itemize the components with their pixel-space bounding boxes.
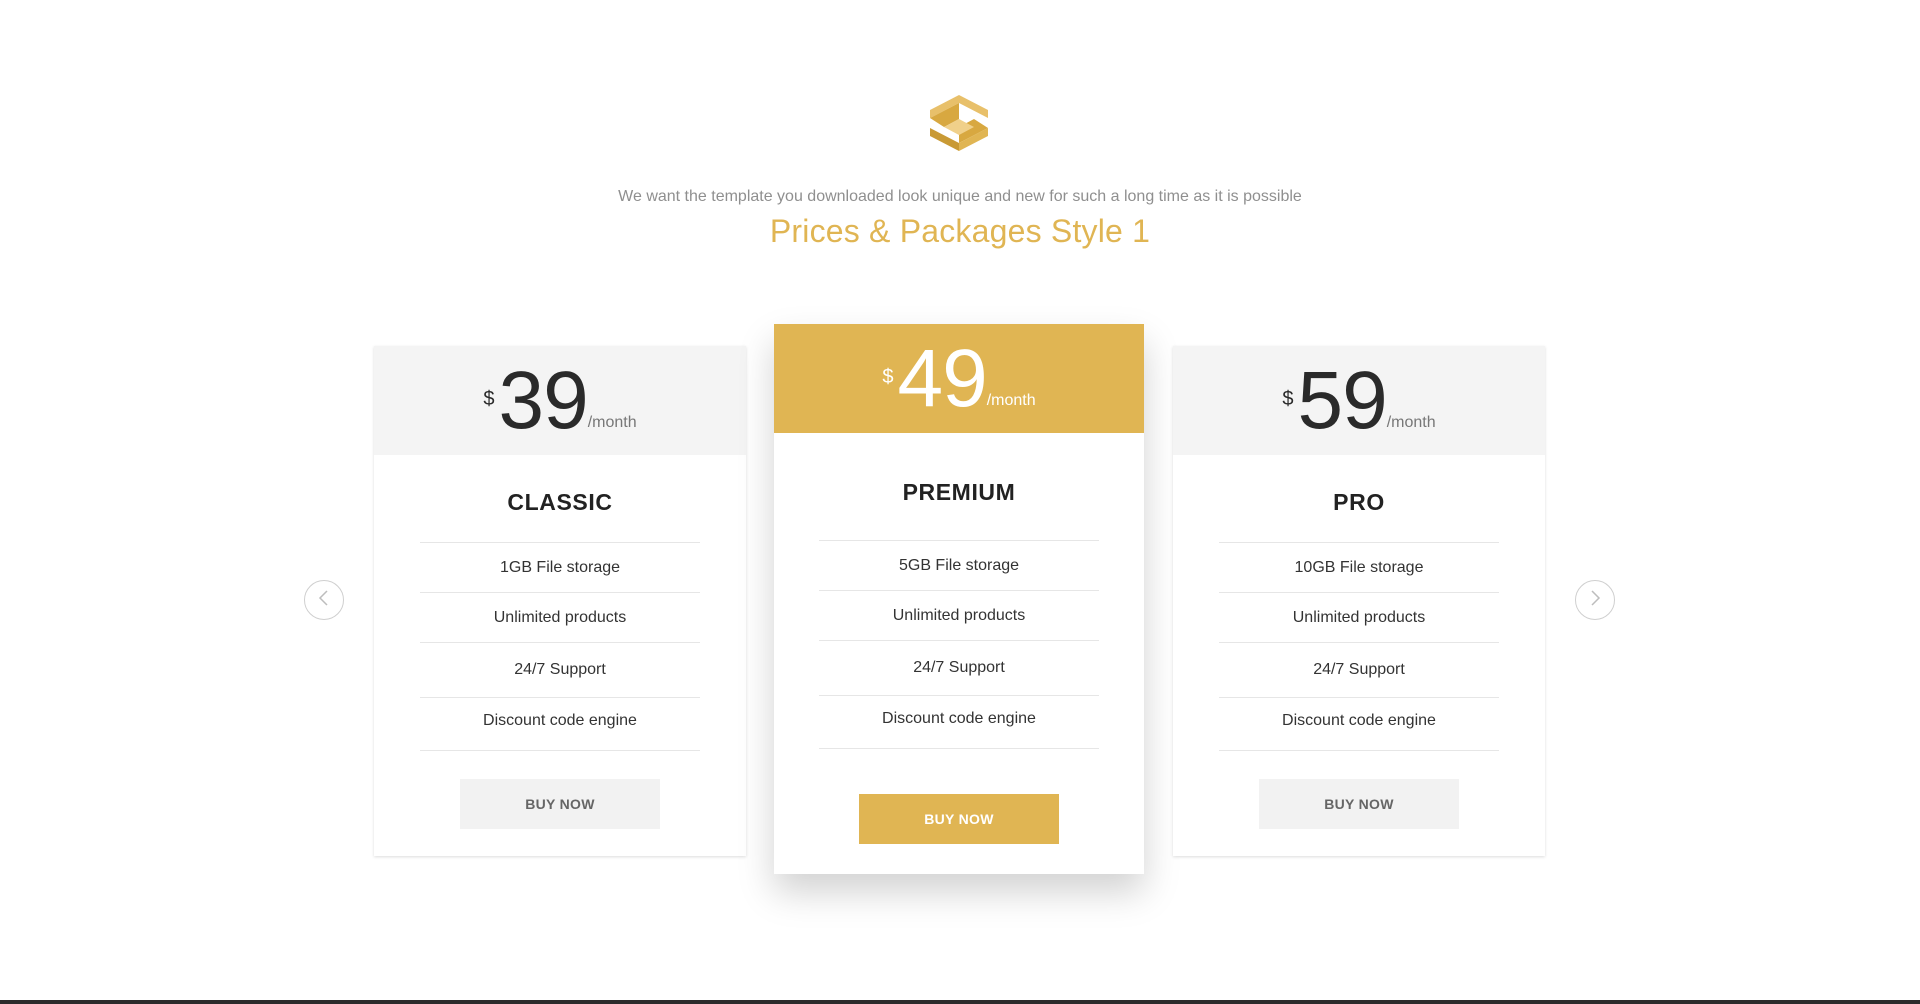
feature-item: 24/7 Support bbox=[1219, 643, 1499, 698]
feature-list: 1GB File storage Unlimited products 24/7… bbox=[420, 542, 700, 751]
price-amount: 49 bbox=[897, 332, 987, 424]
section-tagline: We want the template you downloaded look… bbox=[618, 188, 1302, 205]
feature-list: 5GB File storage Unlimited products 24/7… bbox=[819, 540, 1099, 749]
feature-item: 24/7 Support bbox=[819, 641, 1099, 696]
feature-item: Unlimited products bbox=[420, 593, 700, 643]
chevron-right-icon bbox=[1588, 589, 1602, 612]
price: $ 59 /month bbox=[1282, 354, 1436, 446]
gold-cube-logo-icon bbox=[926, 93, 992, 153]
pricing-card-classic: $ 39 /month CLASSIC 1GB File storage Unl… bbox=[374, 346, 746, 856]
price-amount: 59 bbox=[1297, 354, 1387, 446]
pricing-card-pro: $ 59 /month PRO 10GB File storage Unlimi… bbox=[1173, 346, 1545, 856]
feature-item: Unlimited products bbox=[819, 591, 1099, 641]
pricing-card-premium: $ 49 /month PREMIUM 5GB File storage Unl… bbox=[774, 324, 1144, 874]
buy-now-button-pro[interactable]: BUY NOW bbox=[1259, 779, 1459, 829]
plan-name: CLASSIC bbox=[507, 489, 613, 515]
section-title: Prices & Packages Style 1 bbox=[769, 213, 1151, 249]
price: $ 49 /month bbox=[882, 332, 1036, 424]
price-period: /month bbox=[1386, 413, 1436, 431]
carousel-next-button[interactable] bbox=[1575, 580, 1615, 620]
buy-now-button-premium[interactable]: BUY NOW bbox=[859, 794, 1059, 844]
feature-item: Discount code engine bbox=[1219, 698, 1499, 751]
feature-item: 1GB File storage bbox=[420, 543, 700, 593]
chevron-left-icon bbox=[317, 589, 331, 612]
price-header: $ 59 /month bbox=[1173, 346, 1545, 455]
price-period: /month bbox=[986, 391, 1036, 409]
feature-item: 24/7 Support bbox=[420, 643, 700, 698]
currency-symbol: $ bbox=[1282, 387, 1294, 410]
feature-item: Discount code engine bbox=[420, 698, 700, 751]
footer-bar bbox=[0, 1000, 1920, 1004]
feature-item: 10GB File storage bbox=[1219, 543, 1499, 593]
price-header: $ 49 /month bbox=[774, 324, 1144, 433]
feature-list: 10GB File storage Unlimited products 24/… bbox=[1219, 542, 1499, 751]
buy-now-button-classic[interactable]: BUY NOW bbox=[460, 779, 660, 829]
price-period: /month bbox=[587, 413, 637, 431]
plan-name: PRO bbox=[1333, 489, 1385, 515]
price-header: $ 39 /month bbox=[374, 346, 746, 455]
carousel-prev-button[interactable] bbox=[304, 580, 344, 620]
feature-item: 5GB File storage bbox=[819, 541, 1099, 591]
plan-name: PREMIUM bbox=[902, 479, 1016, 505]
feature-item: Discount code engine bbox=[819, 696, 1099, 749]
currency-symbol: $ bbox=[882, 365, 894, 388]
feature-item: Unlimited products bbox=[1219, 593, 1499, 643]
price-amount: 39 bbox=[498, 354, 588, 446]
price: $ 39 /month bbox=[483, 354, 637, 446]
currency-symbol: $ bbox=[483, 387, 495, 410]
